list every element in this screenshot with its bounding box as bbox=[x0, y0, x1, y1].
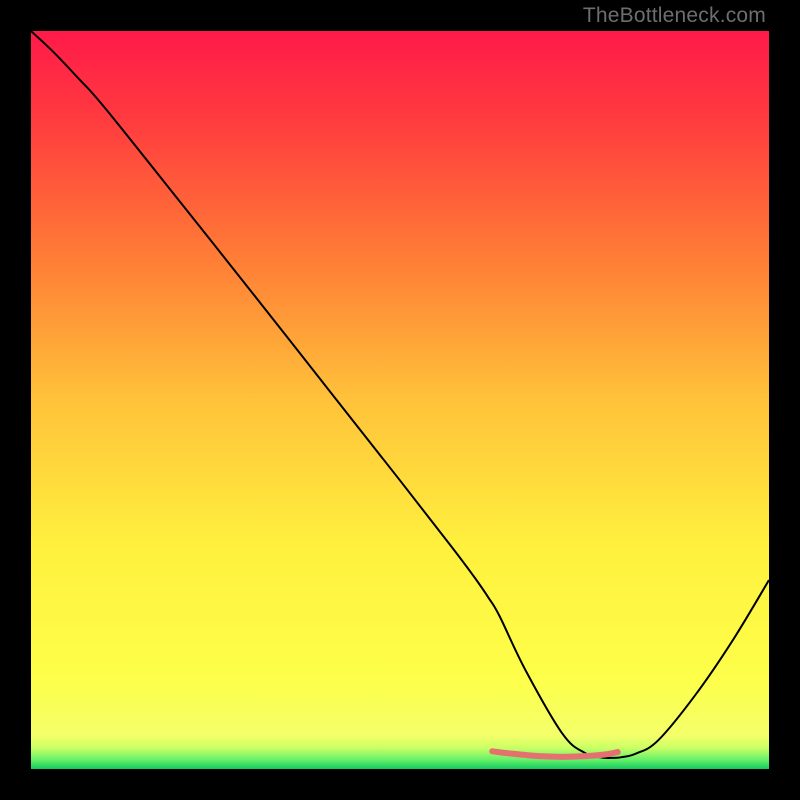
chart-frame bbox=[31, 31, 769, 769]
chart-plot bbox=[31, 31, 769, 769]
chart-background bbox=[31, 31, 769, 769]
watermark-text: TheBottleneck.com bbox=[583, 4, 766, 28]
